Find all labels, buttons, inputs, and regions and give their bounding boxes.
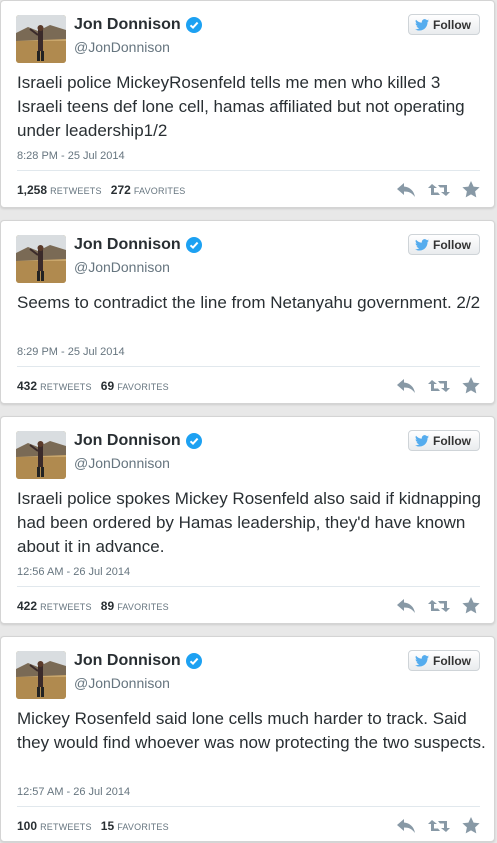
star-icon[interactable] bbox=[462, 817, 480, 834]
verified-badge-icon bbox=[185, 433, 202, 449]
divider bbox=[17, 586, 480, 587]
reply-icon[interactable] bbox=[396, 378, 416, 394]
twitter-bird-icon bbox=[415, 434, 429, 447]
verified-badge-icon bbox=[185, 653, 202, 669]
display-name[interactable]: Jon Donnison bbox=[74, 236, 202, 254]
retweet-count[interactable]: 422 bbox=[17, 599, 37, 613]
avatar[interactable] bbox=[16, 15, 66, 63]
retweets-label: RETWEETS bbox=[40, 382, 92, 392]
favorite-count[interactable]: 15 bbox=[101, 819, 114, 833]
tweet-timestamp[interactable]: 12:56 AM - 26 Jul 2014 bbox=[17, 566, 130, 578]
display-name[interactable]: Jon Donnison bbox=[74, 432, 202, 450]
tweet-card: Jon Donnison @JonDonnison Follow Israeli… bbox=[0, 0, 495, 208]
avatar[interactable] bbox=[16, 235, 66, 283]
retweets-label: RETWEETS bbox=[50, 186, 102, 196]
retweet-count[interactable]: 1,258 bbox=[17, 183, 47, 197]
favorite-count[interactable]: 272 bbox=[111, 183, 131, 197]
star-icon[interactable] bbox=[462, 597, 480, 614]
display-name[interactable]: Jon Donnison bbox=[74, 16, 202, 34]
tweet-timestamp[interactable]: 12:57 AM - 26 Jul 2014 bbox=[17, 786, 130, 798]
retweet-count[interactable]: 100 bbox=[17, 819, 37, 833]
display-name-text[interactable]: Jon Donnison bbox=[74, 432, 181, 450]
follow-button[interactable]: Follow bbox=[408, 650, 480, 671]
tweet-stats: 1,258 RETWEETS 272 FAVORITES bbox=[17, 183, 192, 197]
user-handle[interactable]: @JonDonnison bbox=[74, 675, 170, 691]
tweet-text: Seems to contradict the line from Netany… bbox=[17, 293, 481, 312]
avatar[interactable] bbox=[16, 431, 66, 479]
retweet-icon[interactable] bbox=[428, 182, 450, 198]
avatar[interactable] bbox=[16, 651, 66, 699]
tweet-timestamp[interactable]: 8:28 PM - 25 Jul 2014 bbox=[17, 150, 125, 162]
reply-icon[interactable] bbox=[396, 182, 416, 198]
user-handle[interactable]: @JonDonnison bbox=[74, 455, 170, 471]
user-handle[interactable]: @JonDonnison bbox=[74, 39, 170, 55]
star-icon[interactable] bbox=[462, 377, 480, 394]
tweet-actions bbox=[396, 817, 480, 834]
star-icon[interactable] bbox=[462, 181, 480, 198]
retweets-label: RETWEETS bbox=[40, 822, 92, 832]
favorites-label: FAVORITES bbox=[117, 822, 169, 832]
twitter-bird-icon bbox=[415, 238, 429, 251]
tweet-stats: 422 RETWEETS 89 FAVORITES bbox=[17, 599, 175, 613]
favorites-label: FAVORITES bbox=[133, 186, 186, 196]
display-name-text[interactable]: Jon Donnison bbox=[74, 16, 181, 34]
verified-badge-icon bbox=[185, 17, 202, 33]
reply-icon[interactable] bbox=[396, 818, 416, 834]
favorite-count[interactable]: 89 bbox=[101, 599, 114, 613]
follow-label: Follow bbox=[433, 17, 471, 32]
twitter-bird-icon bbox=[415, 18, 429, 31]
tweet-text: Israeli police spokes Mickey Rosenfeld a… bbox=[17, 489, 481, 556]
favorite-count[interactable]: 69 bbox=[101, 379, 114, 393]
divider bbox=[17, 366, 480, 367]
twitter-bird-icon bbox=[415, 654, 429, 667]
follow-label: Follow bbox=[433, 237, 471, 252]
tweet-timestamp[interactable]: 8:29 PM - 25 Jul 2014 bbox=[17, 346, 125, 358]
display-name-text[interactable]: Jon Donnison bbox=[74, 652, 181, 670]
follow-button[interactable]: Follow bbox=[408, 430, 480, 451]
tweet-actions bbox=[396, 597, 480, 614]
tweet-card: Jon Donnison @JonDonnison Follow Seems t… bbox=[0, 220, 495, 404]
follow-label: Follow bbox=[433, 433, 471, 448]
tweet-actions bbox=[396, 181, 480, 198]
user-handle[interactable]: @JonDonnison bbox=[74, 259, 170, 275]
divider bbox=[17, 806, 480, 807]
retweets-label: RETWEETS bbox=[40, 602, 92, 612]
tweet-stats: 432 RETWEETS 69 FAVORITES bbox=[17, 379, 175, 393]
tweet-card: Jon Donnison @JonDonnison Follow Mickey … bbox=[0, 636, 495, 842]
follow-button[interactable]: Follow bbox=[408, 234, 480, 255]
reply-icon[interactable] bbox=[396, 598, 416, 614]
tweet-stats: 100 RETWEETS 15 FAVORITES bbox=[17, 819, 175, 833]
favorites-label: FAVORITES bbox=[117, 382, 169, 392]
favorites-label: FAVORITES bbox=[117, 602, 169, 612]
retweet-icon[interactable] bbox=[428, 598, 450, 614]
retweet-icon[interactable] bbox=[428, 378, 450, 394]
retweet-count[interactable]: 432 bbox=[17, 379, 37, 393]
divider bbox=[17, 170, 480, 171]
follow-button[interactable]: Follow bbox=[408, 14, 480, 35]
tweet-actions bbox=[396, 377, 480, 394]
follow-label: Follow bbox=[433, 653, 471, 668]
display-name-text[interactable]: Jon Donnison bbox=[74, 236, 181, 254]
retweet-icon[interactable] bbox=[428, 818, 450, 834]
tweet-card: Jon Donnison @JonDonnison Follow Israeli… bbox=[0, 416, 495, 624]
tweet-text: Mickey Rosenfeld said lone cells much ha… bbox=[17, 709, 486, 752]
verified-badge-icon bbox=[185, 237, 202, 253]
display-name[interactable]: Jon Donnison bbox=[74, 652, 202, 670]
tweet-text: Israeli police MickeyRosenfeld tells me … bbox=[17, 73, 465, 140]
